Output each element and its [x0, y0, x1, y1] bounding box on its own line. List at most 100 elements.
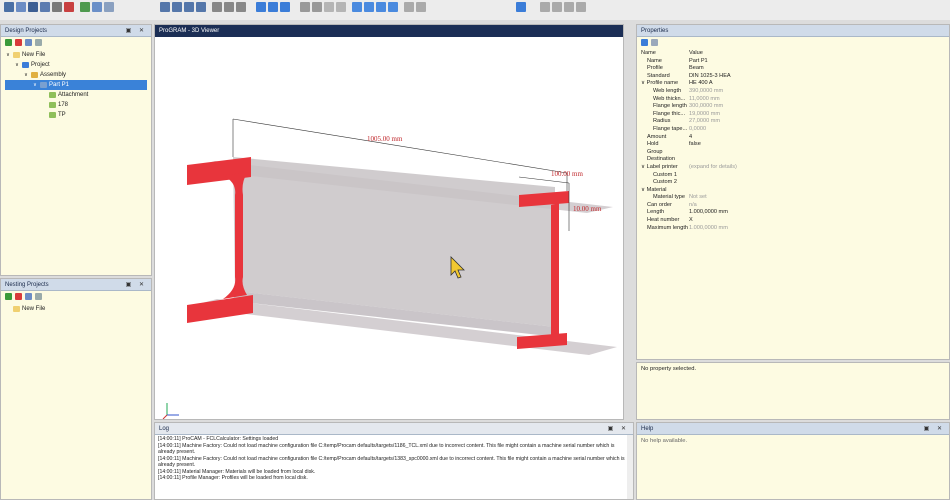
property-row[interactable]: ∨ Material [637, 187, 949, 195]
view-front-icon[interactable] [160, 2, 170, 12]
panel-controls[interactable]: ▣ ✕ [126, 25, 147, 36]
property-row[interactable]: Web length 390,0000 mm [637, 88, 949, 96]
property-value[interactable]: 19,0000 mm [689, 111, 949, 119]
property-row[interactable]: Name Part P1 [637, 58, 949, 66]
property-row[interactable]: Custom 1 [637, 172, 949, 180]
add-icon[interactable] [5, 293, 12, 300]
chevron-down-icon[interactable]: ∨ [5, 50, 11, 60]
property-row[interactable]: ∨ Label printer (expand for details) [637, 164, 949, 172]
layer-icon[interactable] [352, 2, 362, 12]
help-icon[interactable] [540, 2, 550, 12]
property-value[interactable]: 27,0000 mm [689, 118, 949, 126]
property-value[interactable]: Beam [689, 65, 949, 73]
property-row[interactable]: Web thickn... 11,0000 mm [637, 96, 949, 104]
info-icon[interactable] [552, 2, 562, 12]
export-icon[interactable] [92, 2, 102, 12]
panel-controls[interactable]: ▣ ✕ [924, 423, 945, 434]
property-row[interactable]: Group [637, 149, 949, 157]
zoom-out-icon[interactable] [224, 2, 234, 12]
property-row[interactable]: Maximum length 1.000,0000 mm [637, 225, 949, 233]
property-value[interactable]: 1.000,0000 mm [689, 209, 949, 217]
property-value[interactable] [689, 172, 949, 180]
log-scrollbar[interactable] [627, 435, 633, 499]
property-value[interactable]: HE 400 A [689, 80, 949, 88]
property-row[interactable]: Amount 4 [637, 134, 949, 142]
select-icon[interactable] [256, 2, 266, 12]
chevron-down-icon[interactable]: ∨ [32, 80, 38, 90]
chevron-down-icon[interactable]: ∨ [14, 60, 20, 70]
property-row[interactable]: Standard DIN 1025-3 HEA [637, 73, 949, 81]
tree-item[interactable]: TP [5, 110, 147, 120]
property-value[interactable]: n/a [689, 202, 949, 210]
zoom-fit-icon[interactable] [236, 2, 246, 12]
view-iso-icon[interactable] [196, 2, 206, 12]
tree-item[interactable]: Attachment [5, 90, 147, 100]
zoom-in-icon[interactable] [212, 2, 222, 12]
property-value[interactable]: false [689, 141, 949, 149]
run-icon[interactable] [516, 2, 526, 12]
property-row[interactable]: Profile Beam [637, 65, 949, 73]
settings-icon[interactable] [104, 2, 114, 12]
property-value[interactable]: 300,0000 mm [689, 103, 949, 111]
measure-icon[interactable] [300, 2, 310, 12]
chevron-down-icon[interactable]: ∨ [23, 70, 29, 80]
save-icon[interactable] [28, 2, 38, 12]
new-file-icon[interactable] [4, 2, 14, 12]
ortho-icon[interactable] [388, 2, 398, 12]
about-icon[interactable] [564, 2, 574, 12]
undo-icon[interactable] [404, 2, 414, 12]
property-value[interactable]: 4 [689, 134, 949, 142]
rotate-icon[interactable] [268, 2, 278, 12]
property-row[interactable]: Radius 27,0000 mm [637, 118, 949, 126]
add-icon[interactable] [5, 39, 12, 46]
remove-icon[interactable] [15, 293, 22, 300]
redo-icon[interactable] [416, 2, 426, 12]
property-row[interactable]: Flange thic... 19,0000 mm [637, 111, 949, 119]
property-value[interactable]: 390,0000 mm [689, 88, 949, 96]
property-value[interactable] [689, 156, 949, 164]
property-value[interactable]: Not set [689, 194, 949, 202]
nesting-tree-item[interactable]: New File [5, 304, 147, 314]
tree-item[interactable]: ∨ Assembly [5, 70, 147, 80]
categorized-icon[interactable] [641, 39, 648, 46]
property-value[interactable]: 0,0000 [689, 126, 949, 134]
property-value[interactable]: 1.000,0000 mm [689, 225, 949, 233]
tree-item[interactable]: ∨ Project [5, 60, 147, 70]
property-row[interactable]: Flange length 300,0000 mm [637, 103, 949, 111]
delete-icon[interactable] [64, 2, 74, 12]
viewer-canvas[interactable]: 1005.00 mm 100.00 mm 10.00 mm [155, 37, 624, 420]
tree-item[interactable]: ∨ New File [5, 50, 147, 60]
property-row[interactable]: Can order n/a [637, 202, 949, 210]
property-value[interactable]: Part P1 [689, 58, 949, 66]
property-row[interactable]: Destination [637, 156, 949, 164]
print-icon[interactable] [52, 2, 62, 12]
refresh-icon[interactable] [35, 39, 42, 46]
property-value[interactable]: (expand for details) [689, 164, 949, 172]
import-icon[interactable] [80, 2, 90, 12]
copy-icon[interactable] [25, 293, 32, 300]
property-value[interactable]: DIN 1025-3 HEA [689, 73, 949, 81]
property-row[interactable]: Heat number X [637, 217, 949, 225]
section-icon[interactable] [312, 2, 322, 12]
snap-icon[interactable] [376, 2, 386, 12]
property-row[interactable]: Flange tape... 0,0000 [637, 126, 949, 134]
open-file-icon[interactable] [16, 2, 26, 12]
panel-controls[interactable]: ▣ ✕ [126, 279, 147, 290]
property-value[interactable] [689, 149, 949, 157]
property-row[interactable]: Length 1.000,0000 mm [637, 209, 949, 217]
property-value[interactable] [689, 187, 949, 195]
tree-item[interactable]: ∨ Part P1 [5, 80, 147, 90]
remove-icon[interactable] [15, 39, 22, 46]
panel-controls[interactable]: ▣ ✕ [608, 423, 629, 434]
exit-icon[interactable] [576, 2, 586, 12]
property-value[interactable]: X [689, 217, 949, 225]
property-row[interactable]: Hold false [637, 141, 949, 149]
copy-icon[interactable] [25, 39, 32, 46]
sort-icon[interactable] [651, 39, 658, 46]
grid-icon[interactable] [364, 2, 374, 12]
view-side-icon[interactable] [184, 2, 194, 12]
wireframe-icon[interactable] [324, 2, 334, 12]
save-all-icon[interactable] [40, 2, 50, 12]
view-top-icon[interactable] [172, 2, 182, 12]
property-value[interactable] [689, 179, 949, 187]
